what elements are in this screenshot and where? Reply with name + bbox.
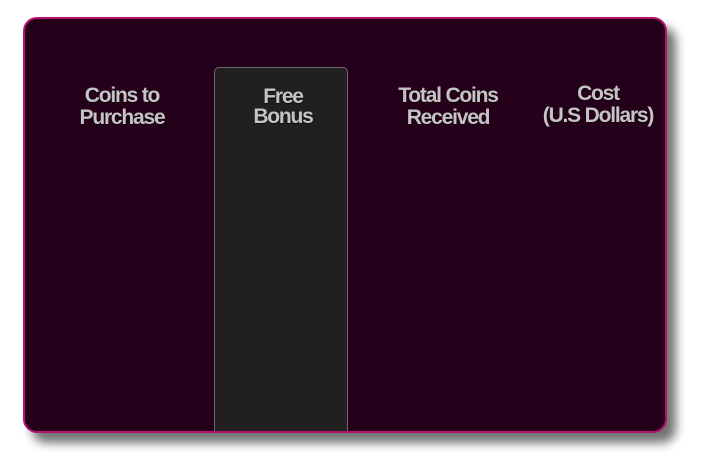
- column-header-line: Coins to: [84, 84, 161, 107]
- column-header-cost: Cost (U.S Dollars): [530, 82, 665, 127]
- coin-purchase-table: Coins to Purchase Free Bonus Total Coins…: [23, 17, 667, 433]
- column-header-line: Free: [263, 85, 304, 108]
- column-header-coins-to-purchase: Coins to Purchase: [63, 85, 181, 129]
- column-header-line: Received: [406, 106, 491, 129]
- column-header-line: Bonus: [253, 105, 314, 128]
- column-header-line: (U.S Dollars): [542, 104, 655, 127]
- column-header-free-bonus: Free Bonus: [224, 85, 342, 128]
- column-header-line: Purchase: [79, 106, 166, 129]
- column-header-line: Total Coins: [398, 84, 499, 107]
- column-header-total-coins-received: Total Coins Received: [383, 85, 513, 129]
- column-header-line: Cost: [577, 82, 620, 105]
